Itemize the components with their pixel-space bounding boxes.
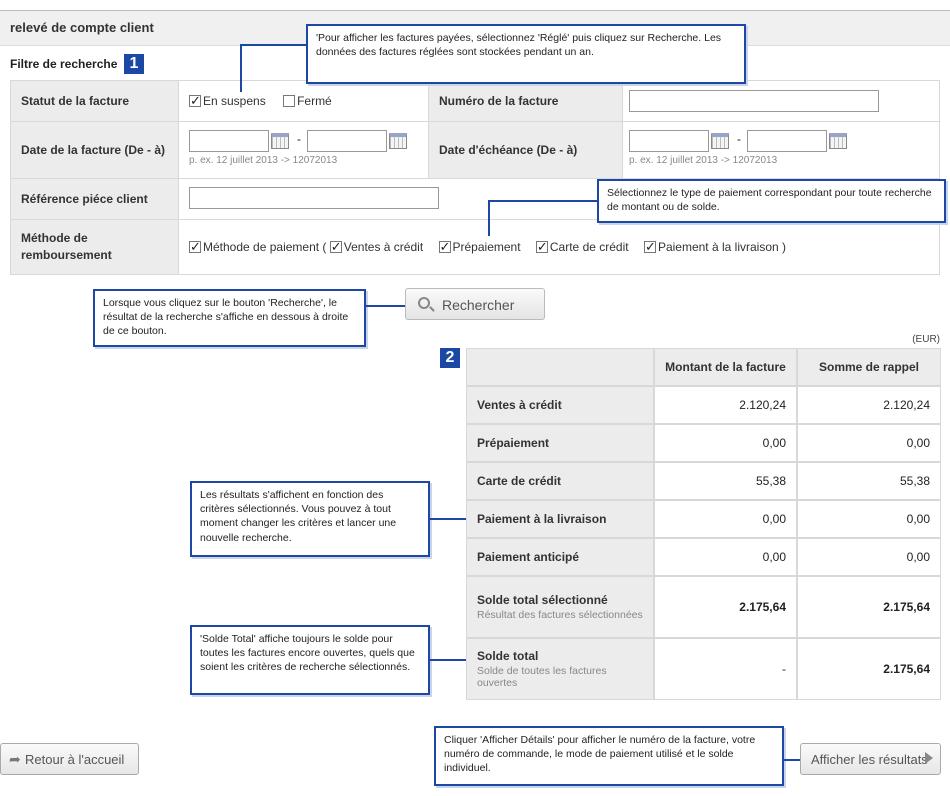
callout-connector — [240, 44, 306, 46]
due-date-to-input[interactable] — [747, 130, 827, 152]
customer-reference-input[interactable] — [189, 187, 439, 209]
magnifier-icon — [418, 297, 430, 309]
invoice-date-label: Date de la facture (De - à) — [10, 121, 179, 179]
checkbox-box[interactable] — [329, 239, 342, 255]
callout-connector — [430, 518, 466, 520]
checkbox-box[interactable] — [643, 239, 656, 255]
checkbox-en-suspens[interactable]: En suspens — [189, 93, 266, 109]
refund-method-options: Méthode de paiement ( Ventes à crédit Pr… — [178, 219, 940, 275]
checkbox-ferme[interactable]: Fermé — [283, 94, 332, 108]
checkbox-credit-sales[interactable]: Ventes à crédit — [329, 239, 423, 255]
callout-connector — [240, 44, 242, 92]
due-date-cell: - p. ex. 12 juillet 2013 -> 12072013 — [622, 121, 940, 179]
invoice-status-label: Statut de la facture — [10, 80, 179, 122]
total-tip-callout: 'Solde Total' affiche toujours le solde … — [190, 625, 430, 695]
filter-table: Statut de la facture En suspens Fermé Nu… — [10, 80, 940, 275]
invoice-number-label: Numéro de la facture — [428, 80, 623, 122]
invoice-date-to-input[interactable] — [307, 130, 387, 152]
results-tip-callout: Les résultats s'affichent en fonction de… — [190, 481, 430, 557]
refund-method-label: Méthode de remboursement — [10, 219, 179, 275]
checkbox-box[interactable] — [535, 239, 548, 255]
back-home-button[interactable]: ➦ Retour à l'accueil — [0, 743, 139, 775]
invoice-date-from-input[interactable] — [189, 130, 269, 152]
currency-label: (EUR) — [912, 334, 940, 345]
callout-connector — [366, 305, 406, 307]
callout-connector — [488, 200, 598, 202]
invoice-status-options: En suspens Fermé — [178, 80, 429, 122]
checkbox-prepayment[interactable]: Prépaiement — [438, 239, 521, 255]
invoice-date-cell: - p. ex. 12 juillet 2013 -> 12072013 — [178, 121, 429, 179]
search-button[interactable]: Rechercher — [405, 288, 545, 320]
results-header-empty — [466, 348, 654, 386]
table-row: Paiement à la livraison 0,00 0,00 — [466, 500, 941, 538]
table-row: Prépaiement 0,00 0,00 — [466, 424, 941, 462]
due-date-from-input[interactable] — [629, 130, 709, 152]
calendar-icon[interactable] — [711, 133, 729, 149]
status-tip-callout: 'Pour afficher les factures payées, séle… — [306, 24, 746, 84]
callout-connector — [488, 200, 490, 236]
callout-connector — [430, 659, 466, 661]
date-range-dash: - — [297, 132, 301, 146]
step-2-badge: 2 — [440, 348, 460, 368]
show-results-button[interactable]: Afficher les résultats — [800, 743, 941, 775]
filter-section-title: Filtre de recherche — [10, 57, 118, 71]
checkbox-box[interactable] — [283, 95, 296, 107]
due-date-label: Date d'échéance (De - à) — [428, 121, 623, 179]
header-invoice-amount: Montant de la facture — [654, 348, 797, 386]
step-1-badge: 1 — [124, 54, 144, 74]
checkbox-box[interactable] — [189, 239, 201, 255]
table-row-total: Solde total Solde de toutes les factures… — [466, 638, 941, 700]
details-tip-callout: Cliquer 'Afficher Détails' pour afficher… — [434, 726, 784, 786]
calendar-icon[interactable] — [271, 133, 289, 149]
calendar-icon[interactable] — [829, 133, 847, 149]
invoice-number-cell — [622, 80, 940, 122]
table-row: Paiement anticipé 0,00 0,00 — [466, 538, 941, 576]
header-reminder-amount: Somme de rappel — [797, 348, 941, 386]
table-row-selected-total: Solde total sélectionné Résultat des fac… — [466, 576, 941, 638]
triangle-right-icon — [925, 752, 933, 764]
date-format-hint: p. ex. 12 juillet 2013 -> 12072013 — [629, 155, 778, 166]
return-arrow-icon: ➦ — [9, 751, 21, 767]
checkbox-box[interactable] — [189, 93, 201, 109]
invoice-number-input[interactable] — [629, 90, 879, 112]
table-row: Carte de crédit 55,38 55,38 — [466, 462, 941, 500]
page-title: relevé de compte client — [10, 20, 154, 35]
calendar-icon[interactable] — [389, 133, 407, 149]
checkbox-payment-method[interactable]: Méthode de paiement ( — [189, 239, 326, 255]
checkbox-cash-on-delivery[interactable]: Paiement à la livraison ) — [643, 239, 786, 255]
date-format-hint: p. ex. 12 juillet 2013 -> 12072013 — [189, 155, 338, 166]
checkbox-box[interactable] — [438, 239, 451, 255]
date-range-dash: - — [737, 132, 741, 146]
checkbox-credit-card[interactable]: Carte de crédit — [535, 239, 629, 255]
table-row: Ventes à crédit 2.120,24 2.120,24 — [466, 386, 941, 424]
payment-tip-callout: Sélectionnez le type de paiement corresp… — [597, 179, 946, 223]
search-tip-callout: Lorsque vous cliquez sur le bouton 'Rech… — [93, 289, 366, 347]
callout-connector — [784, 759, 800, 761]
results-table: Montant de la facture Somme de rappel Ve… — [466, 348, 941, 700]
customer-reference-label: Référence piéce client — [10, 178, 179, 220]
